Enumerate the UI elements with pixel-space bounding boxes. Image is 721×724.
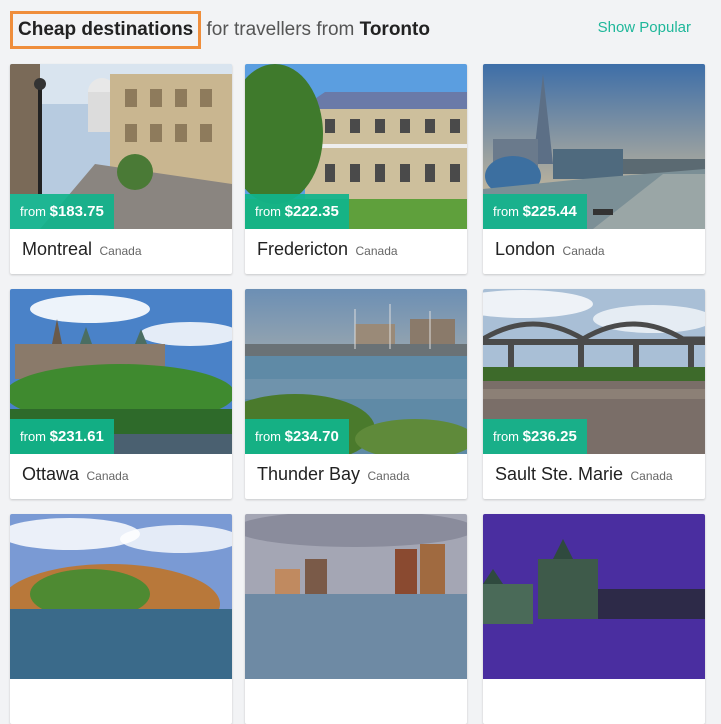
destination-card[interactable]: [10, 514, 232, 724]
destination-country: Canada: [99, 244, 142, 258]
price-prefix: from: [493, 204, 523, 219]
destination-caption: Montreal Canada: [22, 239, 142, 260]
destination-country: Canada: [355, 244, 398, 258]
price-badge: from $234.70: [245, 419, 349, 454]
destination-photo: [10, 514, 232, 679]
destination-city: Ottawa: [22, 464, 80, 484]
destination-photo: [483, 514, 705, 679]
destination-caption: Fredericton Canada: [257, 239, 398, 260]
price-prefix: from: [20, 429, 50, 444]
destination-country: Canada: [367, 469, 410, 483]
price-prefix: from: [255, 429, 285, 444]
destination-card-montreal[interactable]: from $183.75 Montreal Canada: [10, 64, 232, 274]
destination-card-thunder-bay[interactable]: from $234.70 Thunder Bay Canada: [245, 289, 467, 499]
price-value: $231.61: [49, 428, 104, 445]
price-badge: from $183.75: [10, 194, 114, 229]
destination-city: Thunder Bay: [257, 464, 361, 484]
price-prefix: from: [255, 204, 285, 219]
destination-caption: Ottawa Canada: [22, 464, 129, 485]
price-value: $236.25: [522, 428, 577, 445]
destinations-grid: from $183.75 Montreal Canada from $222.3…: [0, 0, 721, 724]
destination-card-ottawa[interactable]: from $231.61 Ottawa Canada: [10, 289, 232, 499]
price-badge: from $236.25: [483, 419, 587, 454]
price-prefix: from: [493, 429, 523, 444]
destination-country: Canada: [86, 469, 129, 483]
destination-country: Canada: [562, 244, 605, 258]
destination-country: Canada: [630, 469, 673, 483]
price-badge: from $231.61: [10, 419, 114, 454]
price-value: $222.35: [284, 203, 339, 220]
price-value: $234.70: [284, 428, 339, 445]
destination-photo: [245, 514, 467, 679]
destination-card-sault-ste-marie[interactable]: from $236.25 Sault Ste. Marie Canada: [483, 289, 705, 499]
price-prefix: from: [20, 204, 50, 219]
destination-city: Fredericton: [257, 239, 349, 259]
destination-caption: Thunder Bay Canada: [257, 464, 410, 485]
destination-card[interactable]: [483, 514, 705, 724]
destination-card[interactable]: [245, 514, 467, 724]
destination-card-london[interactable]: from $225.44 London Canada: [483, 64, 705, 274]
price-badge: from $225.44: [483, 194, 587, 229]
destination-city: Montreal: [22, 239, 93, 259]
price-badge: from $222.35: [245, 194, 349, 229]
price-value: $183.75: [49, 203, 104, 220]
destination-card-fredericton[interactable]: from $222.35 Fredericton Canada: [245, 64, 467, 274]
destination-caption: London Canada: [495, 239, 605, 260]
destination-caption: Sault Ste. Marie Canada: [495, 464, 673, 485]
destination-city: London: [495, 239, 556, 259]
price-value: $225.44: [522, 203, 577, 220]
destination-city: Sault Ste. Marie: [495, 464, 624, 484]
